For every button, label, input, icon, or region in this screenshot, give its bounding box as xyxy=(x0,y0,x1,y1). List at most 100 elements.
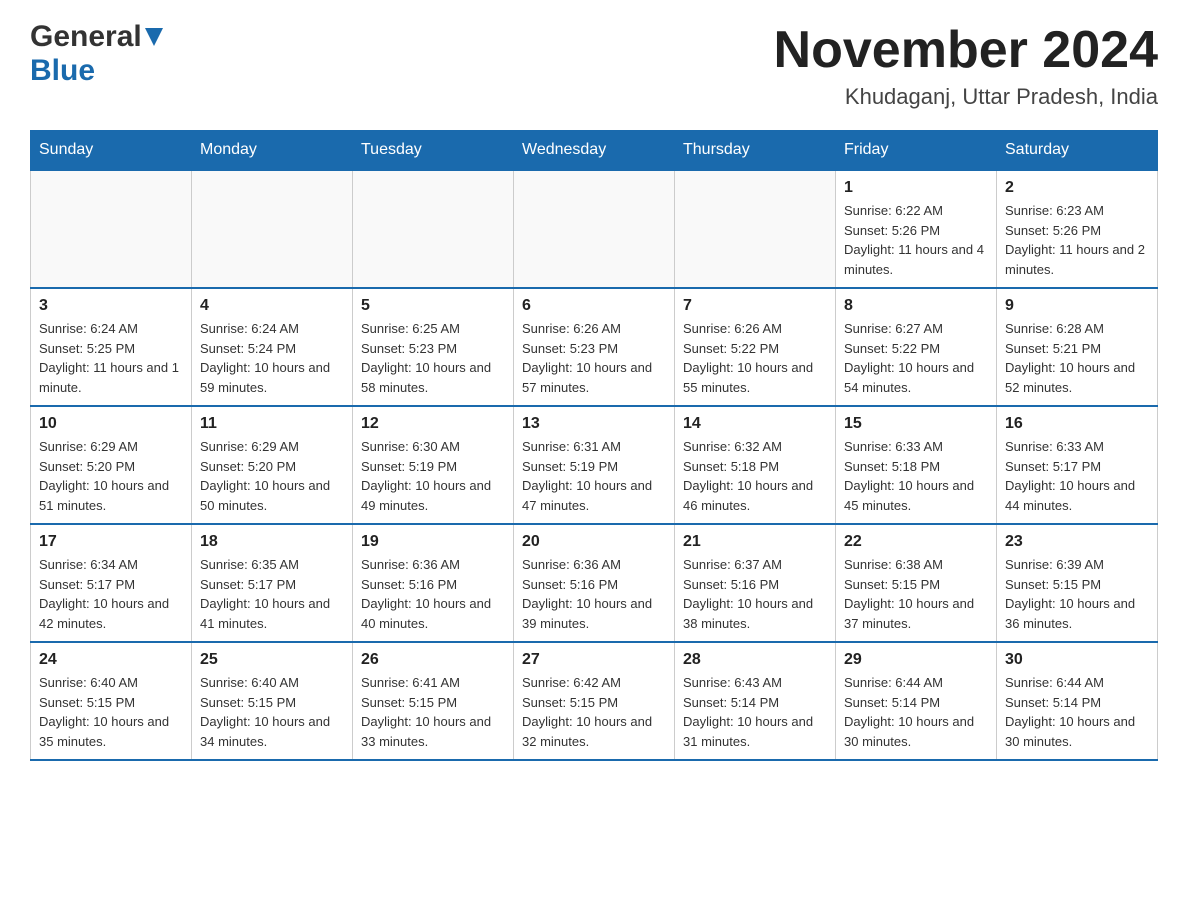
day-number: 25 xyxy=(200,651,344,669)
calendar-cell: 26 Sunrise: 6:41 AMSunset: 5:15 PMDayligh… xyxy=(353,642,514,760)
calendar-cell: 18 Sunrise: 6:35 AMSunset: 5:17 PMDayligh… xyxy=(192,524,353,642)
day-info: Sunrise: 6:32 AMSunset: 5:18 PMDaylight:… xyxy=(683,437,827,515)
day-info: Sunrise: 6:24 AMSunset: 5:24 PMDaylight:… xyxy=(200,319,344,397)
weekday-header-thursday: Thursday xyxy=(675,131,836,171)
day-number: 8 xyxy=(844,297,988,315)
calendar-cell: 20Sunrise: 6:36 AMSunset: 5:16 PMDayligh… xyxy=(514,524,675,642)
day-number: 17 xyxy=(39,533,183,551)
day-number: 24 xyxy=(39,651,183,669)
day-info: Sunrise: 6:22 AMSunset: 5:26 PMDaylight:… xyxy=(844,201,988,279)
day-info: Sunrise: 6:26 AMSunset: 5:22 PMDaylight:… xyxy=(683,319,827,397)
calendar-cell: 24 Sunrise: 6:40 AMSunset: 5:15 PMDayligh… xyxy=(31,642,192,760)
day-number: 9 xyxy=(1005,297,1149,315)
day-number: 2 xyxy=(1005,179,1149,197)
calendar-cell: 13 Sunrise: 6:31 AMSunset: 5:19 PMDayligh… xyxy=(514,406,675,524)
day-info: Sunrise: 6:33 AMSunset: 5:17 PMDaylight:… xyxy=(1005,437,1149,515)
day-info: Sunrise: 6:25 AMSunset: 5:23 PMDaylight:… xyxy=(361,319,505,397)
calendar-cell: 2Sunrise: 6:23 AMSunset: 5:26 PMDaylight… xyxy=(997,170,1158,288)
day-info: Sunrise: 6:29 AMSunset: 5:20 PMDaylight:… xyxy=(39,437,183,515)
calendar-cell: 3Sunrise: 6:24 AMSunset: 5:25 PMDaylight… xyxy=(31,288,192,406)
day-number: 6 xyxy=(522,297,666,315)
logo-triangle-icon xyxy=(145,28,163,51)
calendar-cell: 5 Sunrise: 6:25 AMSunset: 5:23 PMDaylight… xyxy=(353,288,514,406)
day-number: 7 xyxy=(683,297,827,315)
day-info: Sunrise: 6:35 AMSunset: 5:17 PMDaylight:… xyxy=(200,555,344,633)
weekday-header-sunday: Sunday xyxy=(31,131,192,171)
calendar-week-row: 24 Sunrise: 6:40 AMSunset: 5:15 PMDayligh… xyxy=(31,642,1158,760)
calendar-cell: 23 Sunrise: 6:39 AMSunset: 5:15 PMDayligh… xyxy=(997,524,1158,642)
logo-general-text: General xyxy=(30,20,142,54)
calendar-cell: 30Sunrise: 6:44 AMSunset: 5:14 PMDayligh… xyxy=(997,642,1158,760)
day-number: 27 xyxy=(522,651,666,669)
calendar-cell: 19 Sunrise: 6:36 AMSunset: 5:16 PMDayligh… xyxy=(353,524,514,642)
day-number: 23 xyxy=(1005,533,1149,551)
day-number: 10 xyxy=(39,415,183,433)
calendar-week-row: 10 Sunrise: 6:29 AMSunset: 5:20 PMDayligh… xyxy=(31,406,1158,524)
calendar-cell: 16Sunrise: 6:33 AMSunset: 5:17 PMDayligh… xyxy=(997,406,1158,524)
day-info: Sunrise: 6:31 AMSunset: 5:19 PMDaylight:… xyxy=(522,437,666,515)
day-info: Sunrise: 6:44 AMSunset: 5:14 PMDaylight:… xyxy=(844,673,988,751)
day-number: 4 xyxy=(200,297,344,315)
day-info: Sunrise: 6:44 AMSunset: 5:14 PMDaylight:… xyxy=(1005,673,1149,751)
day-number: 11 xyxy=(200,415,344,433)
day-number: 21 xyxy=(683,533,827,551)
day-number: 26 xyxy=(361,651,505,669)
calendar-cell: 11 Sunrise: 6:29 AMSunset: 5:20 PMDayligh… xyxy=(192,406,353,524)
calendar-cell: 28 Sunrise: 6:43 AMSunset: 5:14 PMDayligh… xyxy=(675,642,836,760)
day-number: 3 xyxy=(39,297,183,315)
day-number: 18 xyxy=(200,533,344,551)
day-number: 12 xyxy=(361,415,505,433)
day-info: Sunrise: 6:36 AMSunset: 5:16 PMDaylight:… xyxy=(361,555,505,633)
day-number: 28 xyxy=(683,651,827,669)
logo-blue-text: Blue xyxy=(30,54,95,87)
calendar-week-row: 17 Sunrise: 6:34 AMSunset: 5:17 PMDayligh… xyxy=(31,524,1158,642)
day-number: 14 xyxy=(683,415,827,433)
title-section: November 2024 Khudaganj, Uttar Pradesh, … xyxy=(774,20,1158,110)
day-info: Sunrise: 6:29 AMSunset: 5:20 PMDaylight:… xyxy=(200,437,344,515)
day-number: 22 xyxy=(844,533,988,551)
day-number: 5 xyxy=(361,297,505,315)
day-info: Sunrise: 6:40 AMSunset: 5:15 PMDaylight:… xyxy=(200,673,344,751)
calendar-cell: 1 Sunrise: 6:22 AMSunset: 5:26 PMDaylight… xyxy=(836,170,997,288)
calendar-cell: 4 Sunrise: 6:24 AMSunset: 5:24 PMDaylight… xyxy=(192,288,353,406)
day-info: Sunrise: 6:28 AMSunset: 5:21 PMDaylight:… xyxy=(1005,319,1149,397)
calendar-cell xyxy=(675,170,836,288)
calendar-cell: 21Sunrise: 6:37 AMSunset: 5:16 PMDayligh… xyxy=(675,524,836,642)
calendar-cell xyxy=(514,170,675,288)
day-info: Sunrise: 6:43 AMSunset: 5:14 PMDaylight:… xyxy=(683,673,827,751)
calendar-cell xyxy=(192,170,353,288)
weekday-header-tuesday: Tuesday xyxy=(353,131,514,171)
weekday-header-friday: Friday xyxy=(836,131,997,171)
day-info: Sunrise: 6:33 AMSunset: 5:18 PMDaylight:… xyxy=(844,437,988,515)
calendar-cell: 7 Sunrise: 6:26 AMSunset: 5:22 PMDaylight… xyxy=(675,288,836,406)
day-info: Sunrise: 6:38 AMSunset: 5:15 PMDaylight:… xyxy=(844,555,988,633)
day-number: 29 xyxy=(844,651,988,669)
day-info: Sunrise: 6:34 AMSunset: 5:17 PMDaylight:… xyxy=(39,555,183,633)
calendar-cell: 22 Sunrise: 6:38 AMSunset: 5:15 PMDayligh… xyxy=(836,524,997,642)
calendar-cell: 9 Sunrise: 6:28 AMSunset: 5:21 PMDaylight… xyxy=(997,288,1158,406)
day-info: Sunrise: 6:39 AMSunset: 5:15 PMDaylight:… xyxy=(1005,555,1149,633)
day-number: 19 xyxy=(361,533,505,551)
calendar-cell: 17 Sunrise: 6:34 AMSunset: 5:17 PMDayligh… xyxy=(31,524,192,642)
calendar-cell xyxy=(353,170,514,288)
weekday-header-saturday: Saturday xyxy=(997,131,1158,171)
calendar-cell: 25 Sunrise: 6:40 AMSunset: 5:15 PMDayligh… xyxy=(192,642,353,760)
calendar-week-row: 3Sunrise: 6:24 AMSunset: 5:25 PMDaylight… xyxy=(31,288,1158,406)
day-number: 1 xyxy=(844,179,988,197)
day-number: 20 xyxy=(522,533,666,551)
calendar-cell: 10 Sunrise: 6:29 AMSunset: 5:20 PMDayligh… xyxy=(31,406,192,524)
day-info: Sunrise: 6:27 AMSunset: 5:22 PMDaylight:… xyxy=(844,319,988,397)
calendar-cell: 29 Sunrise: 6:44 AMSunset: 5:14 PMDayligh… xyxy=(836,642,997,760)
day-info: Sunrise: 6:40 AMSunset: 5:15 PMDaylight:… xyxy=(39,673,183,751)
day-info: Sunrise: 6:30 AMSunset: 5:19 PMDaylight:… xyxy=(361,437,505,515)
calendar-cell: 27 Sunrise: 6:42 AMSunset: 5:15 PMDayligh… xyxy=(514,642,675,760)
location-title: Khudaganj, Uttar Pradesh, India xyxy=(774,84,1158,110)
day-info: Sunrise: 6:41 AMSunset: 5:15 PMDaylight:… xyxy=(361,673,505,751)
calendar-table: SundayMondayTuesdayWednesdayThursdayFrid… xyxy=(30,130,1158,761)
month-title: November 2024 xyxy=(774,20,1158,80)
page-header: General Blue November 2024 Khudaganj, Ut… xyxy=(30,20,1158,110)
calendar-cell: 15Sunrise: 6:33 AMSunset: 5:18 PMDayligh… xyxy=(836,406,997,524)
calendar-cell xyxy=(31,170,192,288)
day-number: 13 xyxy=(522,415,666,433)
day-info: Sunrise: 6:42 AMSunset: 5:15 PMDaylight:… xyxy=(522,673,666,751)
